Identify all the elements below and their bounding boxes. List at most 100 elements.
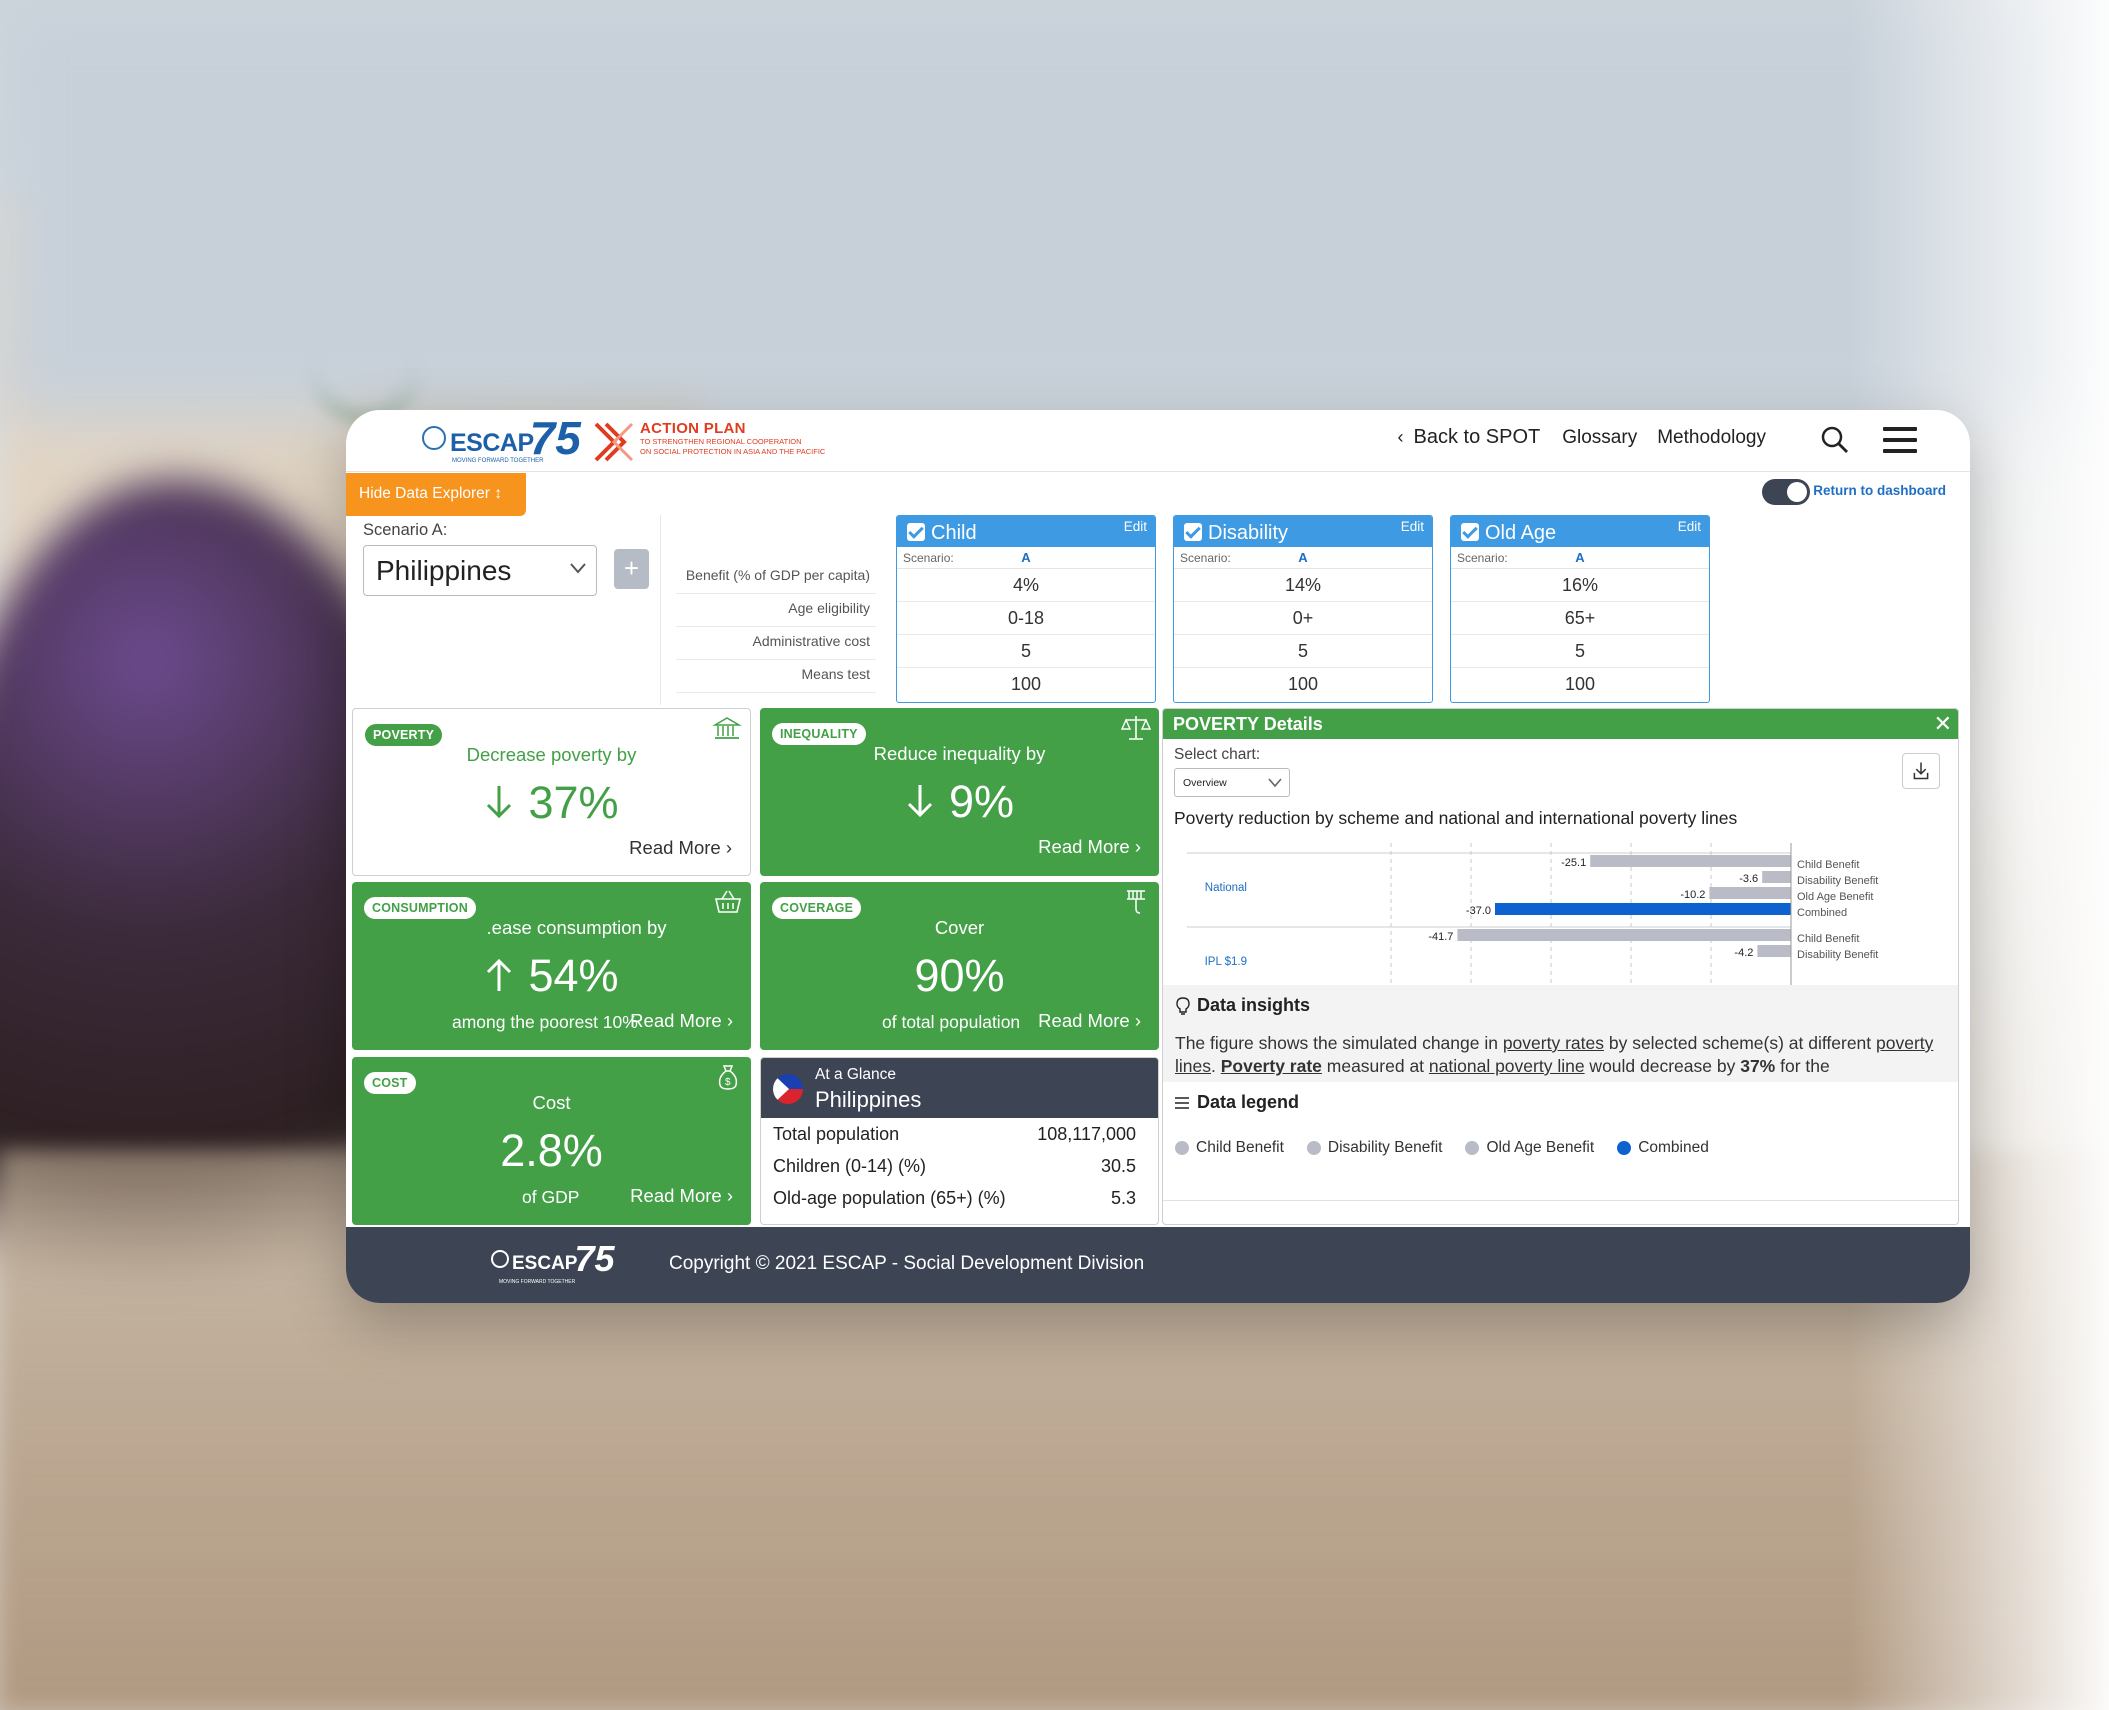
poverty-heading: Decrease poverty by <box>466 744 637 765</box>
bar-value-label: -37.0 <box>1466 905 1491 917</box>
inequality-card[interactable]: INEQUALITY Reduce inequality by 9% Read … <box>760 708 1159 876</box>
bank-icon <box>712 717 742 739</box>
glance-country: Philippines <box>815 1087 922 1112</box>
scheme-value: 65+ <box>1451 602 1709 635</box>
scheme-value: 0+ <box>1174 602 1432 635</box>
top-header: ESCAP 75 MOVING FORWARD TOGETHER ACTION … <box>346 410 1970 472</box>
inequality-value: 9% <box>760 776 1159 828</box>
bar <box>1495 903 1791 915</box>
methodology-link[interactable]: Methodology <box>1657 427 1766 449</box>
chevron-left-icon: ‹ <box>1397 427 1404 447</box>
poverty-rate-link[interactable]: Poverty rate <box>1221 1056 1322 1076</box>
legend-item[interactable]: Disability Benefit <box>1306 1139 1442 1157</box>
bar-category-label: Child Benefit <box>1797 933 1859 945</box>
checkbox-checked-icon[interactable] <box>1184 523 1202 541</box>
search-icon[interactable] <box>1820 425 1850 455</box>
scheme-value: 16% <box>1451 569 1709 602</box>
coverage-card[interactable]: COVERAGE Cover 90% of total population R… <box>760 882 1159 1050</box>
scheme-value: 14% <box>1174 569 1432 602</box>
read-more-link[interactable]: Read More › <box>630 1185 733 1207</box>
cost-sub: of GDP <box>522 1187 580 1207</box>
bar-value-label: -10.2 <box>1680 889 1705 901</box>
hamburger-menu-icon[interactable] <box>1883 427 1917 453</box>
arrow-down-icon <box>487 786 512 819</box>
legend-dot <box>1175 1141 1189 1155</box>
consumption-card[interactable]: CONSUMPTION .ease consumption by 54% amo… <box>352 882 751 1050</box>
bar-category-label: Child Benefit <box>1797 859 1859 871</box>
action-plan-chevron-icon <box>594 422 634 462</box>
poverty-rates-link[interactable]: poverty rates <box>1503 1033 1604 1053</box>
legend-item[interactable]: Combined <box>1617 1139 1709 1157</box>
download-icon[interactable] <box>1902 753 1940 789</box>
poverty-value: 37% <box>353 777 750 829</box>
scenario-label: Scenario A: <box>363 521 448 539</box>
legend-dot <box>1306 1141 1321 1155</box>
legend-dot <box>1617 1141 1632 1155</box>
action-plan-logo[interactable]: ACTION PLAN TO STRENGTHEN REGIONAL COOPE… <box>592 420 825 464</box>
at-a-glance-card: At a Glance Philippines Total population… <box>760 1057 1159 1225</box>
data-insights: Data insights The figure shows the simul… <box>1163 985 1958 1082</box>
param-label: Benefit (% of GDP per capita) <box>676 561 876 594</box>
escap75-logo[interactable]: ESCAP 75 MOVING FORWARD TOGETHER <box>422 415 581 464</box>
footer-escap75-logo[interactable]: ESCAP 75 MOVING FORWARD TOGETHER <box>491 1241 615 1285</box>
chevron-down-icon <box>1268 778 1282 788</box>
back-to-spot-link[interactable]: ‹ Back to SPOT <box>1398 426 1541 449</box>
legend-item[interactable]: Child Benefit <box>1175 1139 1284 1157</box>
chart-type-select[interactable]: Overview <box>1174 768 1290 797</box>
param-label: Means test <box>676 660 876 693</box>
edit-button[interactable]: Edit <box>1124 519 1147 534</box>
bar-value-label: -41.7 <box>1428 931 1453 943</box>
scheme-disability: Disability Edit Scenario: A 14% 0+ 5 100 <box>1173 515 1433 703</box>
dashboard-window: ESCAP 75 MOVING FORWARD TOGETHER ACTION … <box>346 410 1970 1303</box>
dashboard-toggle[interactable] <box>1762 479 1810 505</box>
scheme-value: 5 <box>1451 635 1709 668</box>
money-bag-icon: $ <box>718 1065 738 1090</box>
un-emblem-icon <box>491 1250 509 1268</box>
consumption-badge: CONSUMPTION <box>364 897 476 919</box>
scheme-value: 100 <box>1287 674 1319 694</box>
read-more-link[interactable]: Read More › <box>1038 836 1141 858</box>
national-poverty-line-link[interactable]: national poverty line <box>1429 1056 1585 1076</box>
svg-text:$: $ <box>725 1077 731 1088</box>
checkbox-checked-icon[interactable] <box>907 523 925 541</box>
checkbox-checked-icon[interactable] <box>1461 523 1479 541</box>
poverty-card[interactable]: POVERTY Decrease poverty by 37% Read Mor… <box>352 708 751 876</box>
edit-button[interactable]: Edit <box>1678 519 1701 534</box>
coverage-value: 90% <box>914 950 1005 1001</box>
parameter-labels: Benefit (% of GDP per capita) Age eligib… <box>676 561 876 693</box>
consumption-sub: among the poorest 10% <box>452 1012 638 1032</box>
close-icon[interactable]: ✕ <box>1934 711 1952 737</box>
edit-button[interactable]: Edit <box>1401 519 1424 534</box>
umbrella-hand-icon <box>1127 890 1145 914</box>
legend-item[interactable]: Old Age Benefit <box>1465 1139 1594 1157</box>
bar <box>1757 945 1791 957</box>
bar-value-label: -4.2 <box>1734 947 1753 959</box>
poverty-bar-chart: National -25.1 Child Benefit -3.6 Disability… <box>1187 843 1878 985</box>
cost-value: 2.8% <box>500 1125 603 1176</box>
legend-dot <box>1465 1141 1480 1155</box>
add-scenario-button[interactable]: + <box>614 549 649 589</box>
country-select[interactable]: Philippines <box>363 545 597 596</box>
scheme-value: 100 <box>1564 674 1596 694</box>
read-more-link[interactable]: Read More › <box>629 837 732 859</box>
bar <box>1590 855 1791 867</box>
cost-card[interactable]: COST $ Cost 2.8% of GDP Read More › <box>352 1057 751 1225</box>
bar-category-label: Combined <box>1797 907 1847 919</box>
top-nav: ‹ Back to SPOT Glossary Methodology <box>1398 426 1786 449</box>
arrow-down-icon <box>907 785 933 818</box>
hide-data-explorer-button[interactable]: Hide Data Explorer ↕ <box>346 473 526 516</box>
scheme-value: 4% <box>897 569 1155 602</box>
scales-icon <box>1121 716 1151 740</box>
scheme-value: 0-18 <box>897 602 1155 635</box>
inequality-badge: INEQUALITY <box>772 723 866 745</box>
glossary-link[interactable]: Glossary <box>1562 427 1637 449</box>
scheme-value: 5 <box>1174 635 1432 668</box>
consumption-heading: .ease consumption by <box>486 917 667 938</box>
philippines-flag-icon <box>773 1074 803 1104</box>
return-to-dashboard-link[interactable]: Return to dashboard <box>1813 483 1946 498</box>
read-more-link[interactable]: Read More › <box>630 1010 733 1032</box>
read-more-link[interactable]: Read More › <box>1038 1010 1141 1032</box>
glance-row: Old-age population (65+) (%) 5.3 <box>773 1188 1136 1208</box>
details-title: POVERTY Details <box>1173 714 1323 734</box>
insights-title: Data insights <box>1197 995 1311 1015</box>
